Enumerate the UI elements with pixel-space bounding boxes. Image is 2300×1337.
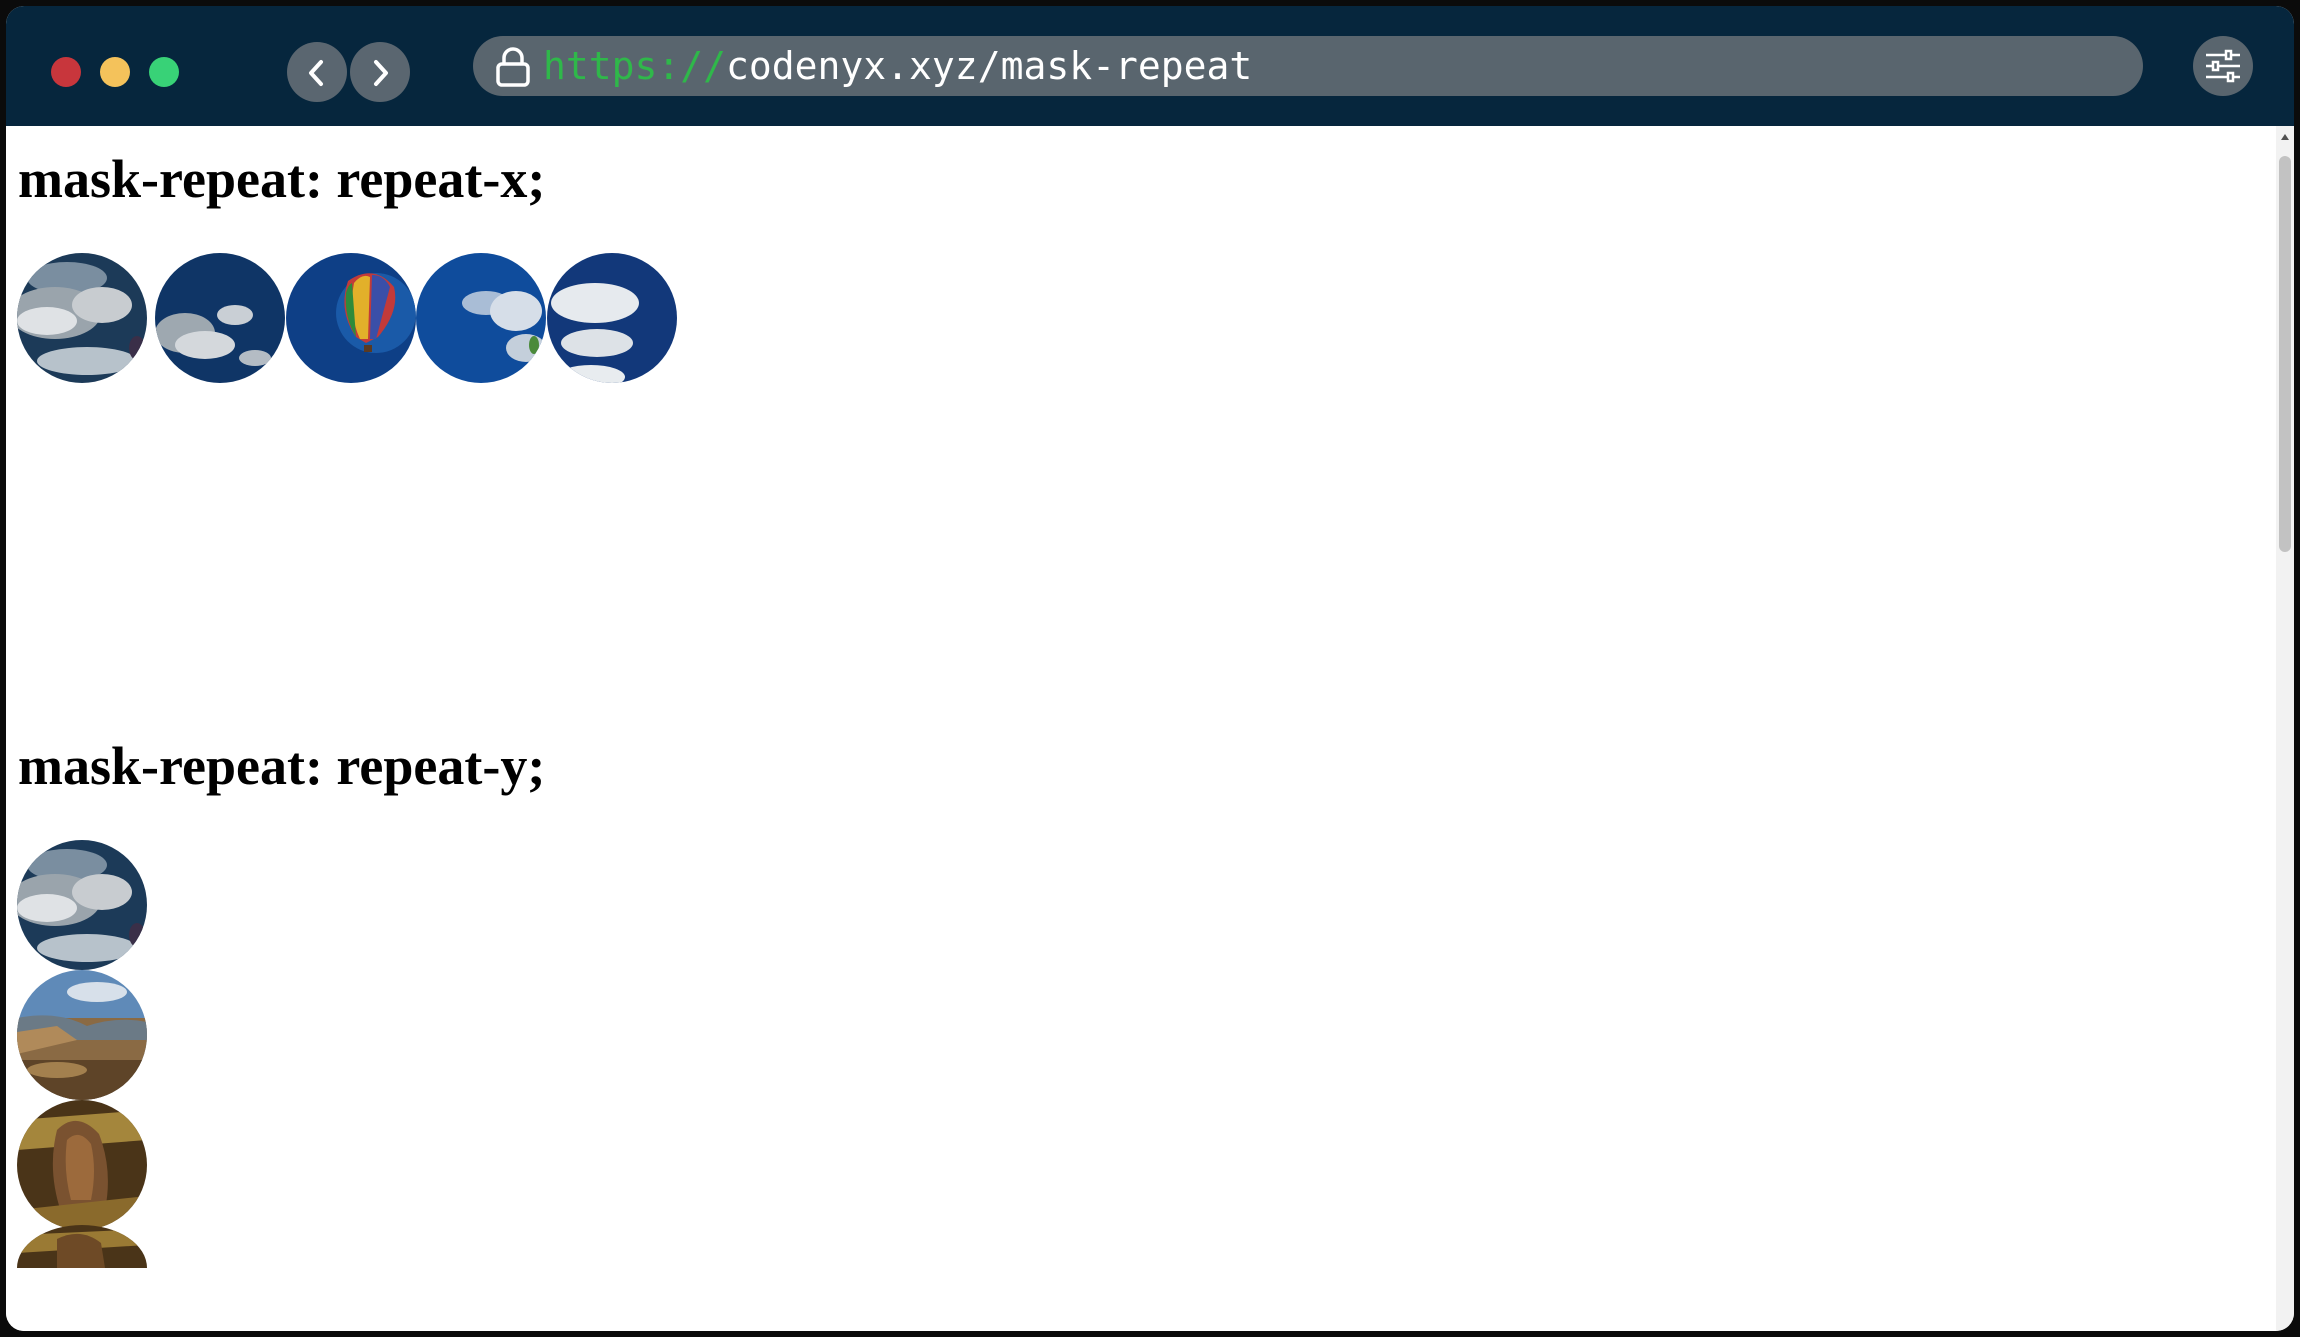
masked-tile-rock-formation	[17, 1100, 147, 1230]
url-path: codenyx.xyz/mask-repeat	[726, 44, 1253, 88]
lock-icon	[496, 47, 530, 87]
heading-repeat-x: mask-repeat: repeat-x;	[18, 149, 546, 209]
masked-tile-hot-air-balloon	[286, 253, 416, 383]
chevron-right-icon	[374, 60, 388, 86]
vertical-scrollbar[interactable]	[2276, 126, 2294, 1331]
back-button[interactable]	[287, 42, 347, 102]
masked-tile-clouds	[17, 840, 147, 970]
page-content: mask-repeat: repeat-x; mask-repeat: repe…	[6, 126, 2276, 1331]
masked-tile-clouds	[17, 253, 147, 383]
masked-tile-clouds	[547, 253, 677, 383]
minimize-window-button[interactable]	[100, 57, 130, 87]
url-scheme: https://	[543, 44, 727, 88]
masked-tile-sky	[416, 253, 546, 383]
scroll-up-arrow-icon[interactable]	[2281, 134, 2289, 140]
sliders-icon	[2206, 49, 2240, 83]
browser-window: https://codenyx.xyz/mask-repeat mask-rep…	[6, 6, 2294, 1331]
forward-button[interactable]	[350, 42, 410, 102]
scrollbar-thumb[interactable]	[2279, 156, 2291, 552]
title-bar: https://codenyx.xyz/mask-repeat	[6, 6, 2294, 126]
url-text: https://codenyx.xyz/mask-repeat	[543, 36, 1252, 96]
masked-tile-rock-formation	[17, 1225, 147, 1268]
close-window-button[interactable]	[51, 57, 81, 87]
maximize-window-button[interactable]	[149, 57, 179, 87]
heading-repeat-y: mask-repeat: repeat-y;	[18, 736, 546, 796]
masked-tile-clouds	[155, 253, 285, 383]
address-bar[interactable]: https://codenyx.xyz/mask-repeat	[473, 36, 2143, 96]
masked-tile-canyon-landscape	[17, 970, 147, 1100]
settings-menu-button[interactable]	[2193, 36, 2253, 96]
chevron-left-icon	[309, 60, 323, 86]
